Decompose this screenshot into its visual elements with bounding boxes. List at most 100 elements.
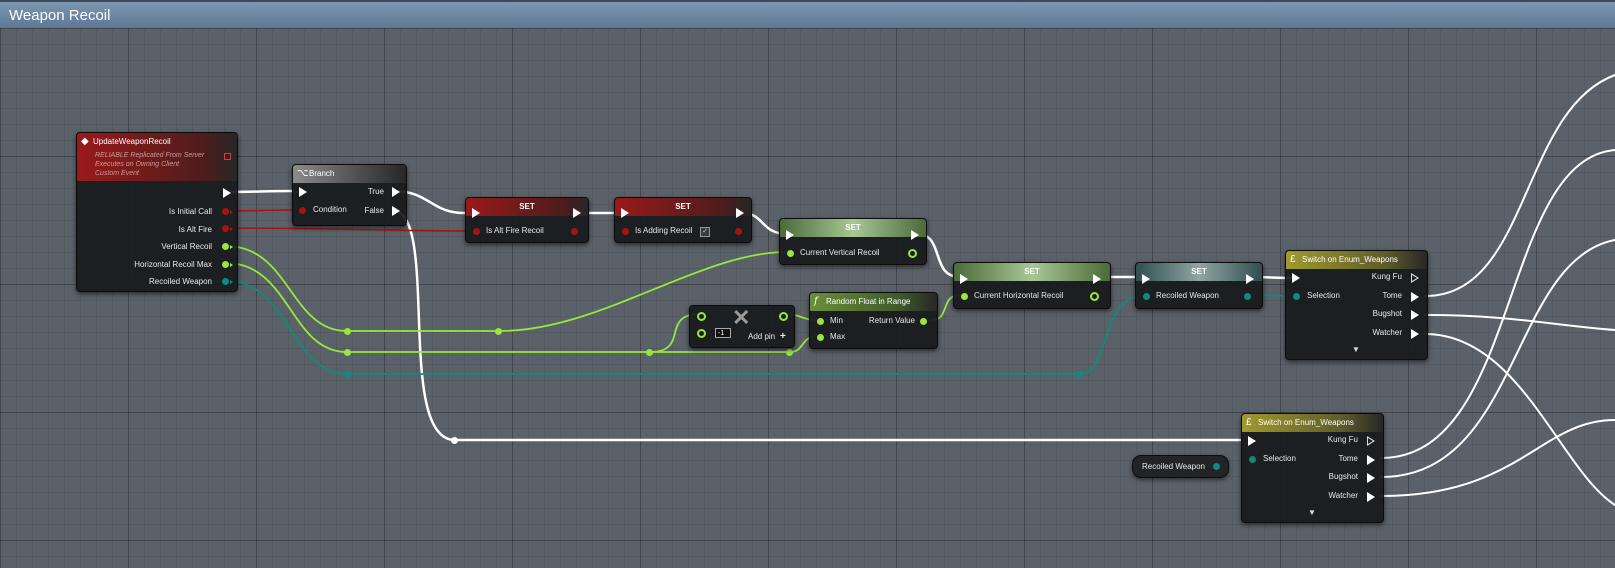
set-node-recoiled-weapon[interactable]: SET Recoiled Weapon [1135,262,1263,309]
set-vertical-in-pin[interactable] [787,250,794,257]
set-adding-exec-in[interactable] [621,208,629,218]
switch-bottom-selection-pin[interactable] [1249,456,1256,463]
reroute-knot-weapon[interactable] [344,371,351,378]
get-node-recoiled-weapon[interactable]: Recoiled Weapon [1132,455,1229,478]
set-node-current-vertical-recoil[interactable]: SET Current Vertical Recoil [779,218,927,265]
reroute-knot-exec[interactable] [451,437,458,444]
switch-top-header: £ Switch on Enum_Weapons [1286,251,1427,269]
set-adding-out-pin[interactable] [735,228,742,235]
switch-bottom-selection-label: Selection [1263,454,1296,463]
set-weapon-pin-label: Recoiled Weapon [1156,291,1220,300]
switch-bottom-title: Switch on Enum_Weapons [1258,418,1354,427]
multiply-in-pin-a[interactable] [697,312,706,321]
switch-on-enum-weapons-bottom[interactable]: £ Switch on Enum_Weapons Selection Kung … [1241,413,1384,523]
set-node-current-horizontal-recoil[interactable]: SET Current Horizontal Recoil [953,262,1111,309]
set-horizontal-pin-label: Current Horizontal Recoil [974,291,1064,300]
event-node-header: ◆ UpdateWeaponRecoil RELIABLE Replicated… [77,133,237,181]
branch-node[interactable]: ⌥ Branch True Condition False [292,164,407,226]
set-adding-in-pin[interactable] [622,228,629,235]
set-alt-fire-exec-out[interactable] [573,208,581,218]
event-icon: ◆ [81,136,89,147]
random-min-label: Min [830,316,843,325]
pin-horizontal-recoil-max[interactable] [222,261,233,268]
multiply-out-pin[interactable] [779,312,788,321]
pin-is-initial-call[interactable] [222,208,233,215]
set-vertical-out-pin[interactable] [908,249,917,258]
reroute-knot-horizontal-3[interactable] [786,349,793,356]
event-subtitle-2: Executes on Owning Client [95,161,180,168]
multiply-node[interactable]: -1 ✕ Add pin + [689,305,795,348]
random-min-pin[interactable] [817,318,824,325]
switch-bottom-header: £ Switch on Enum_Weapons [1242,414,1383,432]
branch-exec-false[interactable] [392,206,400,216]
multiply-in-pin-b[interactable] [697,329,706,338]
set-adding-exec-out[interactable] [736,208,744,218]
event-out-label-0: Is Initial Call [168,207,212,216]
branch-node-header: ⌥ Branch [293,165,406,183]
random-float-in-range-node[interactable]: f Random Float in Range Min Max Return V… [809,292,938,349]
set-alt-fire-exec-in[interactable] [472,208,480,218]
switch-top-exec-tome[interactable] [1411,292,1419,302]
pin-recoiled-weapon[interactable] [222,278,233,285]
set-horizontal-out-pin[interactable] [1090,292,1099,301]
set-adding-checkbox[interactable]: ✓ [700,227,710,237]
reroute-knot-horizontal[interactable] [344,349,351,356]
x-icon: ✕ [732,305,751,330]
multiply-value-input[interactable]: -1 [715,328,731,338]
set-alt-fire-out-pin[interactable] [571,228,578,235]
switch-top-exec-watcher[interactable] [1411,329,1419,339]
switch-bottom-exec-watcher[interactable] [1367,492,1375,502]
set-horizontal-header: SET [954,263,1110,281]
set-adding-title: SET [675,202,691,211]
switch-bottom-exec-in[interactable] [1248,436,1256,446]
set-weapon-exec-in[interactable] [1142,274,1150,284]
reroute-knot-vertical-2[interactable] [495,328,502,335]
switch-top-selection-pin[interactable] [1293,293,1300,300]
reroute-knot-weapon-2[interactable] [1076,371,1083,378]
branch-icon: ⌥ [297,168,309,179]
switch-top-expand-icon[interactable]: ▼ [1352,345,1360,354]
set-vertical-exec-out[interactable] [911,230,919,240]
function-icon: f [814,296,818,307]
set-weapon-header: SET [1136,263,1262,281]
reroute-knot-vertical[interactable] [344,328,351,335]
add-pin-icon[interactable]: + [780,331,786,342]
pin-is-alt-fire[interactable] [222,225,233,232]
switch-top-exec-bugshot[interactable] [1411,310,1419,320]
switch-bottom-exec-bugshot[interactable] [1367,473,1375,483]
random-return-pin[interactable] [920,318,927,325]
set-weapon-title: SET [1191,267,1207,276]
branch-node-title: Branch [309,169,335,178]
set-horizontal-exec-in[interactable] [960,274,968,284]
set-alt-fire-in-pin[interactable] [473,228,480,235]
branch-exec-in[interactable] [299,187,307,197]
switch-bottom-exec-kungfu[interactable] [1367,436,1375,446]
branch-condition-pin[interactable] [299,207,306,214]
event-exec-out[interactable] [223,188,231,198]
switch-top-exec-kungfu[interactable] [1411,273,1419,283]
set-horizontal-exec-out[interactable] [1093,274,1101,284]
switch-top-exec-in[interactable] [1292,273,1300,283]
switch-top-title: Switch on Enum_Weapons [1302,255,1398,264]
event-node-update-weapon-recoil[interactable]: ◆ UpdateWeaponRecoil RELIABLE Replicated… [76,132,238,292]
pin-vertical-recoil[interactable] [222,243,233,250]
set-vertical-exec-in[interactable] [786,230,794,240]
reroute-knot-horizontal-2[interactable] [646,349,653,356]
random-max-pin[interactable] [817,334,824,341]
set-horizontal-in-pin[interactable] [961,293,968,300]
set-weapon-out-pin[interactable] [1244,293,1251,300]
set-weapon-in-pin[interactable] [1143,293,1150,300]
set-weapon-exec-out[interactable] [1246,274,1254,284]
event-out-label-4: Recoiled Weapon [148,277,212,286]
set-node-is-alt-fire-recoil[interactable]: SET Is Alt Fire Recoil [465,197,589,243]
get-weapon-out-pin[interactable] [1213,463,1220,470]
set-node-is-adding-recoil[interactable]: SET Is Adding Recoil ✓ [614,197,752,243]
random-max-label: Max [830,332,846,341]
switch-bottom-exec-tome[interactable] [1367,455,1375,465]
switch-bottom-expand-icon[interactable]: ▼ [1308,508,1316,517]
set-vertical-pin-label: Current Vertical Recoil [800,248,880,257]
switch-on-enum-weapons-top[interactable]: £ Switch on Enum_Weapons Selection Kung … [1285,250,1428,360]
branch-exec-true[interactable] [392,187,400,197]
switch-top-out-1: Tome [1382,291,1402,300]
multiply-add-pin-label[interactable]: Add pin [748,332,775,341]
